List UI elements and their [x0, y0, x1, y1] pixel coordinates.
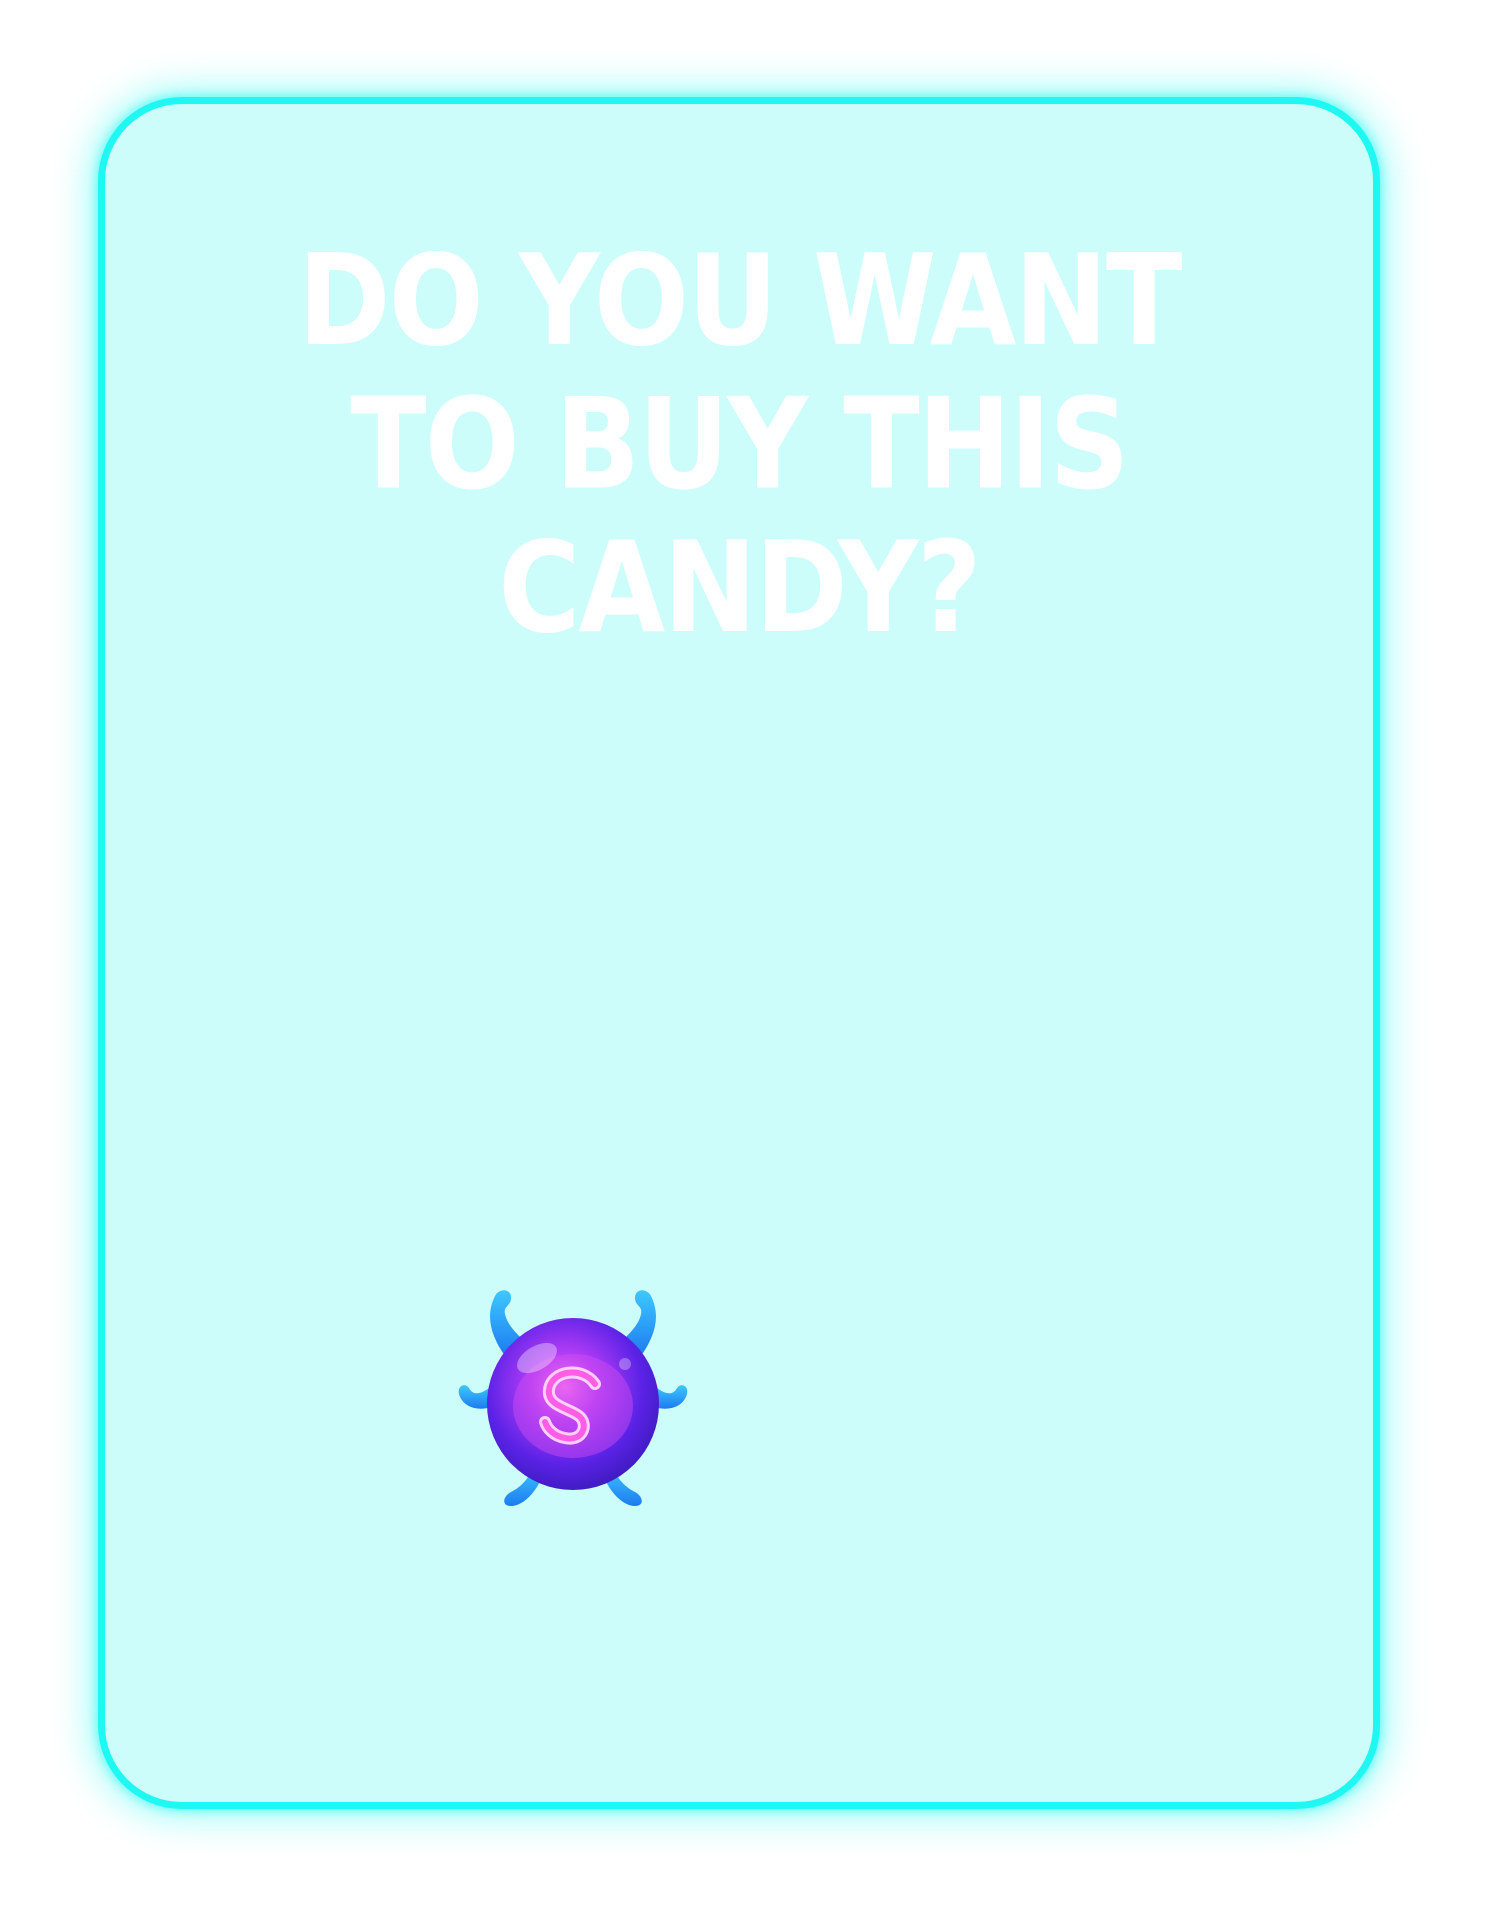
purchase-dialog-screen: Do you want to buy this candy?: [0, 0, 1488, 1928]
dialog-title: Do you want to buy this candy?: [297, 228, 1183, 662]
purchase-dialog-card: Do you want to buy this candy?: [98, 97, 1380, 1809]
galaxy-jelly-candy-icon[interactable]: [433, 1266, 713, 1526]
candy-sparkle: [619, 1358, 631, 1370]
